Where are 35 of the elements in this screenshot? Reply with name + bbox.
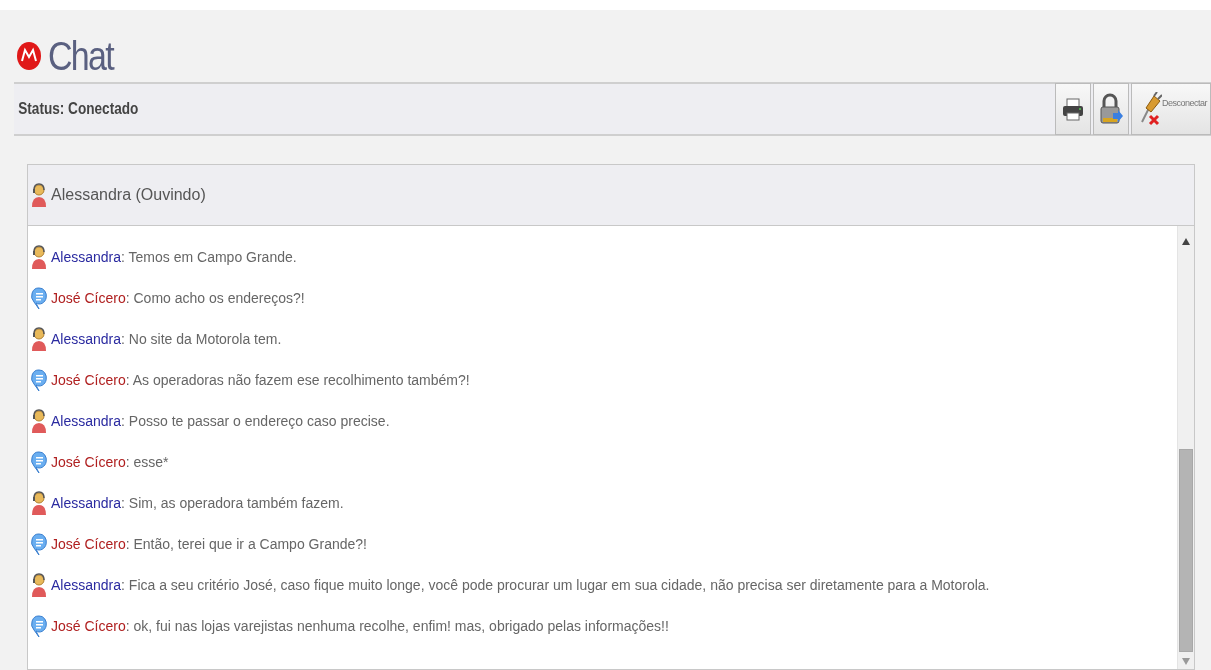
chat-message: José Cícero: As operadoras não fazem ese recolhimento também?! (51, 371, 470, 388)
speech-bubble-icon (31, 367, 47, 392)
headset-person-icon (31, 490, 47, 515)
chat-message: José Cícero: ok, fui nas lojas varejistas nenhuma recolhe, enfim! mas, obrigado pelas informações!! (51, 617, 669, 634)
status-text: Status: Conectado (17, 100, 139, 118)
chat-message: José Cícero: esse* (51, 453, 169, 470)
speech-bubble-icon (31, 613, 47, 638)
chat-message: Alessandra: Posso te passar o endereço caso precise. (51, 412, 390, 429)
chat-message: Alessandra: No site da Motorola tem. (51, 330, 282, 347)
printer-icon (1062, 97, 1084, 121)
participant-label: Alessandra (Ouvindo) (51, 186, 206, 204)
page-title: Chat (48, 33, 114, 79)
scrollbar-thumb[interactable] (1179, 449, 1193, 652)
headset-person-icon (31, 183, 47, 207)
speech-bubble-icon (31, 449, 47, 474)
disconnect-button[interactable]: Desconectar (1131, 83, 1211, 135)
down-arrow-icon (1182, 658, 1190, 665)
speech-bubble-icon (31, 285, 47, 310)
chat-message: Alessandra: Fica a seu critério José, caso fique muito longe, você pode procurar um lugar em sua cidade, não precisa ser diretamente para a Motorola. (51, 576, 990, 593)
headset-person-icon (31, 326, 47, 351)
headset-person-icon (31, 408, 47, 433)
chat-message: Alessandra: Sim, as operadora também fazem. (51, 494, 344, 511)
headset-person-icon (31, 572, 47, 597)
chat-message: Alessandra: Temos em Campo Grande. (51, 248, 297, 265)
up-arrow-icon (1182, 238, 1190, 245)
headset-person-icon (31, 244, 47, 269)
chat-message: José Cícero: Como acho os endereços?! (51, 289, 305, 306)
scroll-up-arrow[interactable] (1182, 238, 1190, 245)
lock-button[interactable] (1093, 83, 1129, 135)
chat-message: José Cícero: Então, terei que ir a Campo Grande?! (51, 535, 367, 552)
print-button[interactable] (1055, 83, 1091, 135)
speech-bubble-icon (31, 531, 47, 556)
logo-icon (16, 41, 42, 71)
scrollbar[interactable] (1177, 226, 1194, 669)
padlock-arrow-icon (1099, 93, 1123, 125)
